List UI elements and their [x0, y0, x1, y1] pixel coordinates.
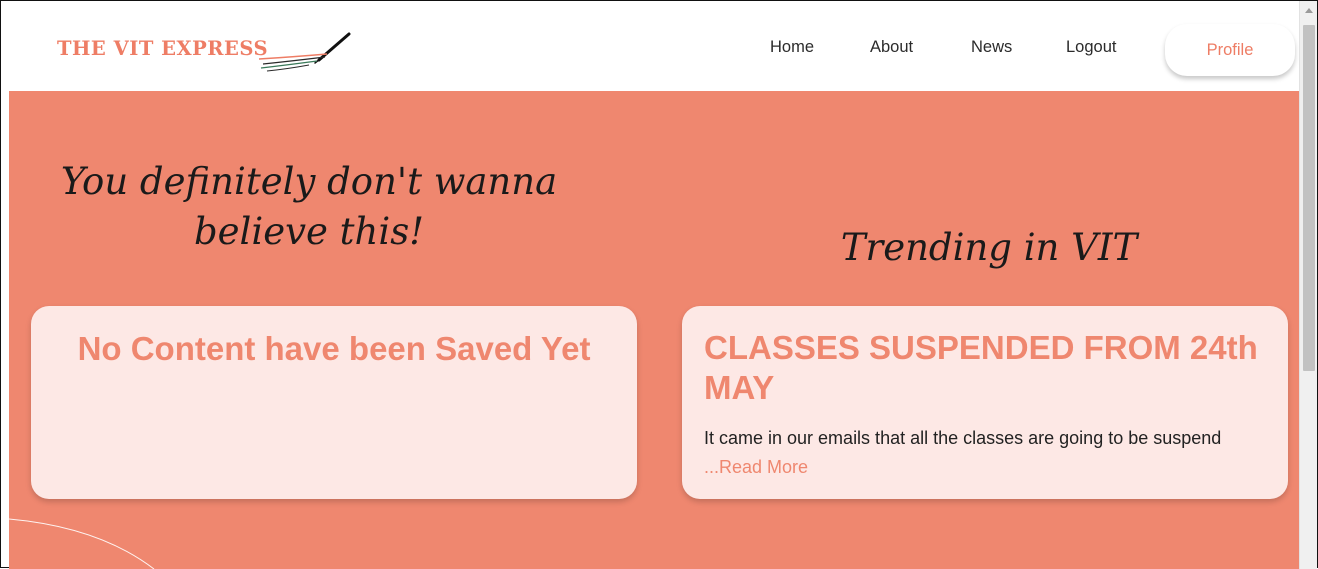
nav-logout[interactable]: Logout	[1066, 38, 1116, 57]
nav-about[interactable]: About	[870, 38, 913, 57]
decorative-arc	[9, 518, 155, 569]
read-more-link[interactable]: ...Read More	[704, 457, 808, 477]
site-logo[interactable]: THE VIT EXPRESS	[57, 30, 367, 80]
saved-section-heading: You definitely don't wanna believe this!	[29, 157, 589, 257]
logo-text: THE VIT EXPRESS	[57, 37, 269, 60]
saved-content-card: No Content have been Saved Yet	[31, 306, 637, 499]
scroll-up-arrow-icon[interactable]	[1305, 8, 1313, 13]
article-excerpt: It came in our emails that all the class…	[704, 424, 1264, 482]
profile-button[interactable]: Profile	[1165, 24, 1295, 76]
article-excerpt-text: It came in our emails that all the class…	[704, 428, 1222, 448]
scrollbar-thumb[interactable]	[1303, 25, 1315, 371]
site-header: THE VIT EXPRESS Home About News Logout P…	[9, 9, 1299, 91]
saved-heading-line2: believe this!	[193, 210, 425, 253]
pen-icon	[258, 32, 351, 72]
nav-home[interactable]: Home	[770, 38, 814, 57]
saved-heading-line1: You definitely don't wanna	[60, 160, 558, 203]
browser-viewport: THE VIT EXPRESS Home About News Logout P…	[0, 0, 1318, 569]
nav-news[interactable]: News	[971, 38, 1012, 57]
article-title[interactable]: CLASSES SUSPENDED FROM 24th MAY	[704, 328, 1268, 408]
vertical-scrollbar[interactable]	[1299, 1, 1317, 569]
page: THE VIT EXPRESS Home About News Logout P…	[9, 9, 1299, 569]
trending-section-heading: Trending in VIT	[840, 226, 1138, 269]
trending-article-card[interactable]: CLASSES SUSPENDED FROM 24th MAY It came …	[682, 306, 1288, 499]
empty-state-message: No Content have been Saved Yet	[77, 330, 591, 367]
